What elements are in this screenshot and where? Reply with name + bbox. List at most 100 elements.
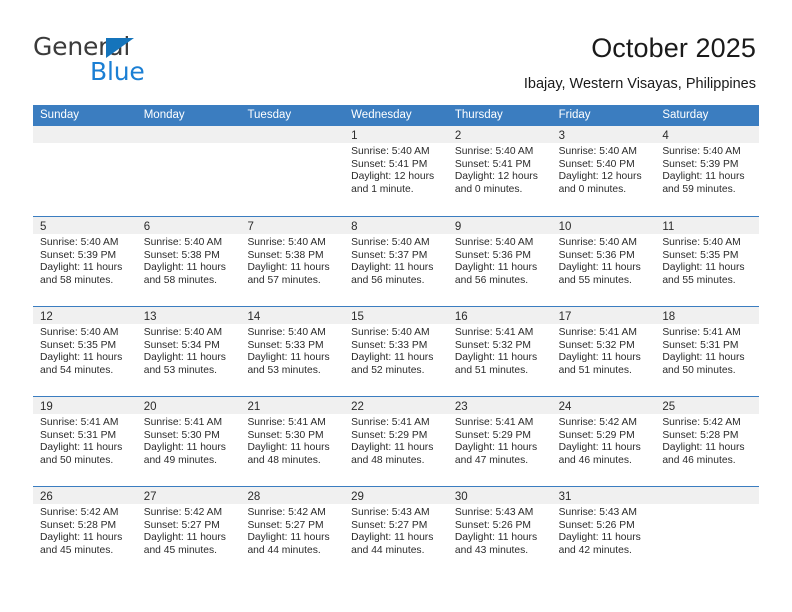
daylight-text-line2: and 56 minutes. — [351, 274, 425, 286]
day-cell[interactable] — [33, 126, 137, 216]
sunrise-text: Sunrise: 5:42 AM — [558, 417, 638, 428]
day-cell[interactable]: 13 Sunrise: 5:40 AM Sunset: 5:34 PM Dayl… — [136, 307, 241, 396]
sunset-text: Sunset: 5:28 PM — [662, 429, 739, 441]
day-number-band: 27 — [136, 487, 241, 504]
day-details: Sunrise: 5:42 AM Sunset: 5:28 PM Dayligh… — [655, 414, 759, 467]
sunrise-text: Sunrise: 5:40 AM — [558, 146, 638, 157]
daylight-text-line2: and 50 minutes. — [662, 364, 736, 376]
sunrise-text: Sunrise: 5:40 AM — [40, 237, 119, 248]
day-cell[interactable]: 15 Sunrise: 5:40 AM Sunset: 5:33 PM Dayl… — [344, 307, 448, 396]
day-number: 2 — [454, 130, 462, 142]
day-cell[interactable]: 3 Sunrise: 5:40 AM Sunset: 5:40 PM Dayli… — [551, 126, 656, 216]
day-cell[interactable]: 30 Sunrise: 5:43 AM Sunset: 5:26 PM Dayl… — [447, 487, 552, 576]
weekday-header-monday: Monday — [143, 109, 185, 121]
sunset-text: Sunset: 5:33 PM — [351, 339, 428, 351]
day-cell[interactable] — [136, 126, 241, 216]
day-details: Sunrise: 5:40 AM Sunset: 5:35 PM Dayligh… — [655, 234, 759, 287]
day-details: Sunrise: 5:42 AM Sunset: 5:29 PM Dayligh… — [552, 414, 656, 467]
day-cell[interactable]: 25 Sunrise: 5:42 AM Sunset: 5:28 PM Dayl… — [655, 397, 760, 486]
day-cell[interactable]: 2 Sunrise: 5:40 AM Sunset: 5:41 PM Dayli… — [447, 126, 552, 216]
daylight-text-line2: and 49 minutes. — [143, 454, 217, 466]
day-number-band: 22 — [344, 397, 448, 414]
day-cell[interactable]: 7 Sunrise: 5:40 AM Sunset: 5:38 PM Dayli… — [240, 217, 345, 306]
sunrise-text: Sunrise: 5:40 AM — [143, 327, 223, 338]
day-cell[interactable]: 22 Sunrise: 5:41 AM Sunset: 5:29 PM Dayl… — [344, 397, 448, 486]
day-number-band: 1 — [344, 126, 448, 143]
day-details: Sunrise: 5:43 AM Sunset: 5:27 PM Dayligh… — [344, 504, 448, 557]
day-cell[interactable]: 17 Sunrise: 5:41 AM Sunset: 5:32 PM Dayl… — [551, 307, 656, 396]
sunrise-text: Sunrise: 5:40 AM — [662, 237, 741, 248]
day-cell[interactable]: 21 Sunrise: 5:41 AM Sunset: 5:30 PM Dayl… — [240, 397, 345, 486]
sunrise-text: Sunrise: 5:41 AM — [558, 327, 638, 338]
day-cell[interactable]: 10 Sunrise: 5:40 AM Sunset: 5:36 PM Dayl… — [551, 217, 656, 306]
day-cell[interactable]: 5 Sunrise: 5:40 AM Sunset: 5:39 PM Dayli… — [33, 217, 137, 306]
day-cell[interactable]: 16 Sunrise: 5:41 AM Sunset: 5:32 PM Dayl… — [447, 307, 552, 396]
day-cell[interactable]: 14 Sunrise: 5:40 AM Sunset: 5:33 PM Dayl… — [240, 307, 345, 396]
daylight-text-line1: Daylight: 11 hours — [143, 532, 226, 544]
day-number: 31 — [558, 491, 572, 503]
sunset-text: Sunset: 5:41 PM — [454, 158, 532, 170]
day-cell[interactable]: 23 Sunrise: 5:41 AM Sunset: 5:29 PM Dayl… — [447, 397, 552, 486]
week-row: 19 Sunrise: 5:41 AM Sunset: 5:31 PM Dayl… — [33, 396, 760, 486]
day-cell[interactable]: 28 Sunrise: 5:42 AM Sunset: 5:27 PM Dayl… — [240, 487, 345, 576]
day-number: 14 — [247, 311, 261, 323]
day-cell[interactable]: 24 Sunrise: 5:42 AM Sunset: 5:29 PM Dayl… — [551, 397, 656, 486]
daylight-text-line1: Daylight: 11 hours — [351, 352, 434, 364]
general-blue-logo[interactable]: General Blue — [33, 32, 223, 88]
day-number-band: 31 — [551, 487, 656, 504]
sunset-text: Sunset: 5:37 PM — [351, 249, 428, 261]
sunset-text: Sunset: 5:35 PM — [40, 339, 117, 351]
day-number-band: 19 — [33, 397, 137, 414]
day-cell[interactable]: 27 Sunrise: 5:42 AM Sunset: 5:27 PM Dayl… — [136, 487, 241, 576]
daylight-text-line2: and 50 minutes. — [40, 454, 114, 466]
day-number: 7 — [247, 221, 254, 233]
day-number-band: 23 — [447, 397, 552, 414]
day-number: 8 — [351, 221, 358, 233]
page-header: General Blue October 2025 Ibajay, Wester… — [0, 0, 792, 100]
sunset-text: Sunset: 5:41 PM — [351, 158, 428, 170]
sunset-text: Sunset: 5:26 PM — [454, 519, 532, 531]
day-number-band: 21 — [240, 397, 345, 414]
day-details: Sunrise: 5:40 AM Sunset: 5:34 PM Dayligh… — [137, 324, 241, 377]
day-details: Sunrise: 5:41 AM Sunset: 5:30 PM Dayligh… — [137, 414, 241, 467]
day-cell[interactable]: 31 Sunrise: 5:43 AM Sunset: 5:26 PM Dayl… — [551, 487, 656, 576]
sunrise-text: Sunrise: 5:41 AM — [662, 327, 741, 338]
daylight-text-line2: and 48 minutes. — [351, 454, 425, 466]
day-cell[interactable]: 29 Sunrise: 5:43 AM Sunset: 5:27 PM Dayl… — [344, 487, 448, 576]
day-cell[interactable]: 26 Sunrise: 5:42 AM Sunset: 5:28 PM Dayl… — [33, 487, 137, 576]
day-number-band: 7 — [240, 217, 345, 234]
day-number-band: 11 — [655, 217, 760, 234]
day-cell[interactable]: 9 Sunrise: 5:40 AM Sunset: 5:36 PM Dayli… — [447, 217, 552, 306]
daylight-text-line2: and 55 minutes. — [662, 274, 736, 286]
day-cell[interactable] — [240, 126, 345, 216]
day-cell[interactable]: 12 Sunrise: 5:40 AM Sunset: 5:35 PM Dayl… — [33, 307, 137, 396]
day-number: 9 — [454, 221, 462, 233]
day-cell[interactable]: 8 Sunrise: 5:40 AM Sunset: 5:37 PM Dayli… — [344, 217, 448, 306]
sunrise-text: Sunrise: 5:41 AM — [40, 417, 119, 428]
day-cell[interactable] — [655, 487, 760, 576]
sunset-text: Sunset: 5:33 PM — [247, 339, 324, 351]
day-details: Sunrise: 5:43 AM Sunset: 5:26 PM Dayligh… — [552, 504, 656, 557]
daylight-text-line1: Daylight: 11 hours — [143, 442, 226, 454]
day-number-band: 29 — [344, 487, 448, 504]
day-cell[interactable]: 18 Sunrise: 5:41 AM Sunset: 5:31 PM Dayl… — [655, 307, 760, 396]
day-details — [33, 143, 137, 146]
daylight-text-line1: Daylight: 11 hours — [454, 352, 538, 364]
daylight-text-line1: Daylight: 11 hours — [247, 262, 330, 274]
day-cell[interactable]: 4 Sunrise: 5:40 AM Sunset: 5:39 PM Dayli… — [655, 126, 760, 216]
day-details: Sunrise: 5:40 AM Sunset: 5:40 PM Dayligh… — [552, 143, 656, 196]
day-cell[interactable]: 6 Sunrise: 5:40 AM Sunset: 5:38 PM Dayli… — [136, 217, 241, 306]
day-details: Sunrise: 5:40 AM Sunset: 5:36 PM Dayligh… — [552, 234, 656, 287]
daylight-text-line2: and 0 minutes. — [454, 183, 523, 195]
day-cell[interactable]: 19 Sunrise: 5:41 AM Sunset: 5:31 PM Dayl… — [33, 397, 137, 486]
daylight-text-line1: Daylight: 11 hours — [454, 442, 538, 454]
sunrise-text: Sunrise: 5:43 AM — [454, 507, 534, 518]
daylight-text-line2: and 48 minutes. — [247, 454, 321, 466]
day-cell[interactable]: 20 Sunrise: 5:41 AM Sunset: 5:30 PM Dayl… — [136, 397, 241, 486]
day-cell[interactable]: 1 Sunrise: 5:40 AM Sunset: 5:41 PM Dayli… — [344, 126, 448, 216]
daylight-text-line1: Daylight: 12 hours — [351, 171, 435, 183]
day-cell[interactable]: 11 Sunrise: 5:40 AM Sunset: 5:35 PM Dayl… — [655, 217, 760, 306]
daylight-text-line1: Daylight: 11 hours — [454, 532, 538, 544]
day-number-band: 2 — [447, 126, 552, 143]
day-number-band: 26 — [33, 487, 137, 504]
